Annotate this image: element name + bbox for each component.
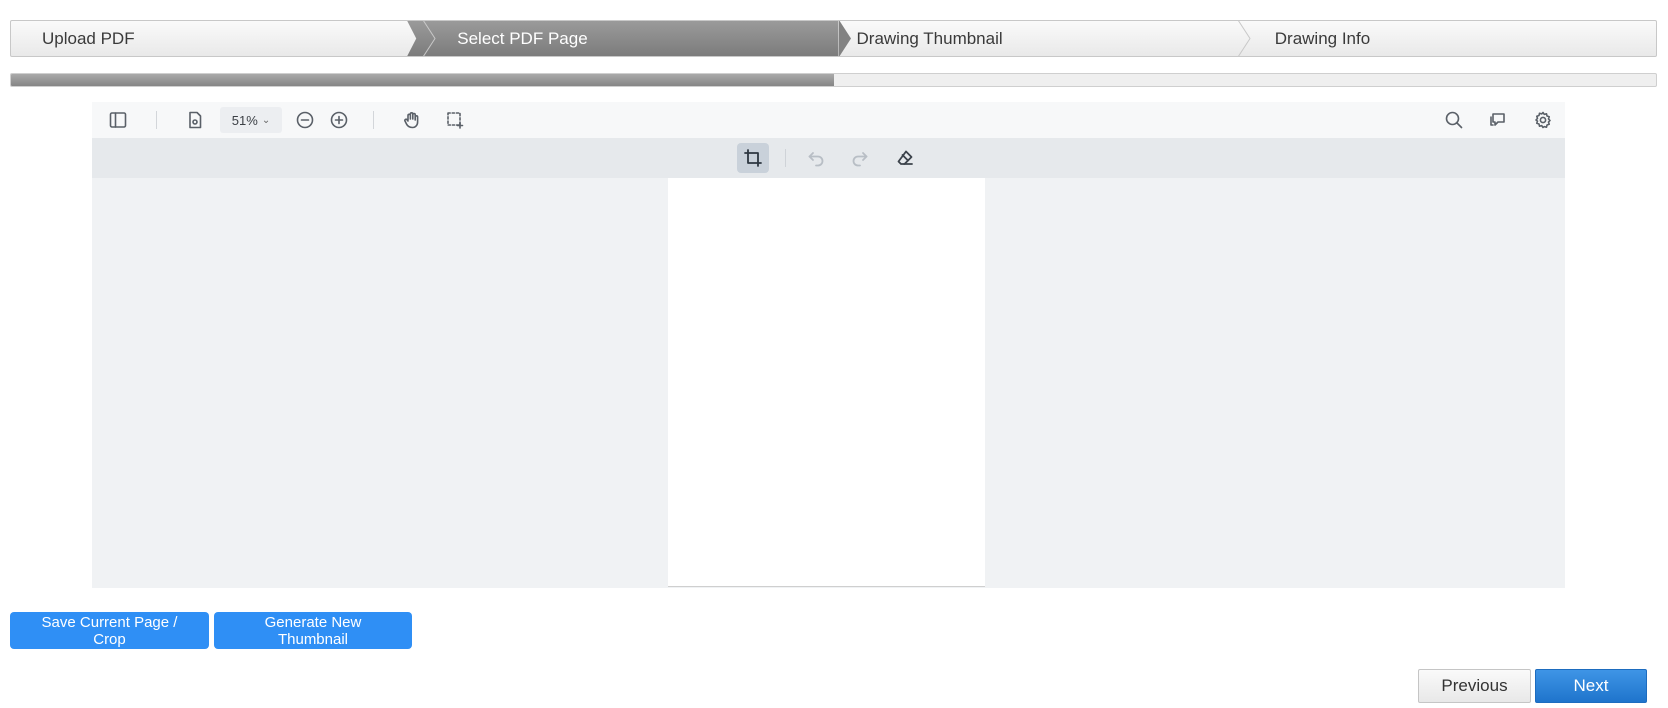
viewer-toolbar: 51% ⌄: [92, 102, 1565, 138]
area-select-icon[interactable]: [441, 107, 469, 133]
generate-new-thumbnail-button[interactable]: Generate New Thumbnail: [214, 612, 412, 649]
undo-icon[interactable]: [800, 143, 832, 173]
eraser-icon[interactable]: [889, 143, 921, 173]
chevron-down-icon: ⌄: [261, 114, 271, 126]
step-separator-icon: [423, 21, 436, 56]
wizard-step-label: Drawing Info: [1274, 28, 1371, 48]
page-settings-icon[interactable]: [181, 107, 209, 133]
sidebar-toggle-icon[interactable]: [104, 107, 132, 133]
wizard-step-label: Upload PDF: [42, 28, 135, 48]
wizard-step-label: Select PDF Page: [457, 28, 588, 48]
save-current-page-crop-button[interactable]: Save Current Page / Crop: [10, 612, 209, 649]
step-arrow-icon: [838, 21, 851, 56]
wizard-steps: Upload PDF Select PDF Page Drawing Thumb…: [10, 20, 1657, 57]
zoom-value: 51%: [231, 112, 258, 128]
wizard-step-drawing-thumbnail[interactable]: Drawing Thumbnail: [839, 21, 1251, 56]
pdf-page-canvas[interactable]: [668, 178, 985, 587]
zoom-select[interactable]: 51% ⌄: [220, 107, 282, 133]
wizard-step-drawing-info[interactable]: Drawing Info: [1238, 21, 1656, 56]
next-button[interactable]: Next: [1535, 669, 1647, 703]
step-separator-icon: [1237, 21, 1251, 56]
pan-hand-icon[interactable]: [398, 107, 426, 133]
zoom-in-icon[interactable]: [325, 107, 353, 133]
pdf-viewer: 51% ⌄: [92, 102, 1565, 588]
wizard-step-label: Drawing Thumbnail: [856, 28, 1003, 48]
progress-fill: [11, 74, 834, 86]
crop-toolbar: [92, 138, 1565, 178]
wizard-progress-bar: [10, 73, 1657, 87]
comments-icon[interactable]: [1484, 107, 1512, 133]
settings-icon[interactable]: [1529, 107, 1557, 133]
previous-button[interactable]: Previous: [1418, 669, 1531, 703]
redo-icon[interactable]: [844, 143, 876, 173]
wizard-step-select-pdf-page[interactable]: Select PDF Page: [407, 21, 851, 56]
wizard-step-upload-pdf[interactable]: Upload PDF: [11, 21, 436, 56]
crop-icon[interactable]: [737, 143, 769, 173]
search-icon[interactable]: [1440, 107, 1468, 133]
zoom-out-icon[interactable]: [291, 107, 319, 133]
